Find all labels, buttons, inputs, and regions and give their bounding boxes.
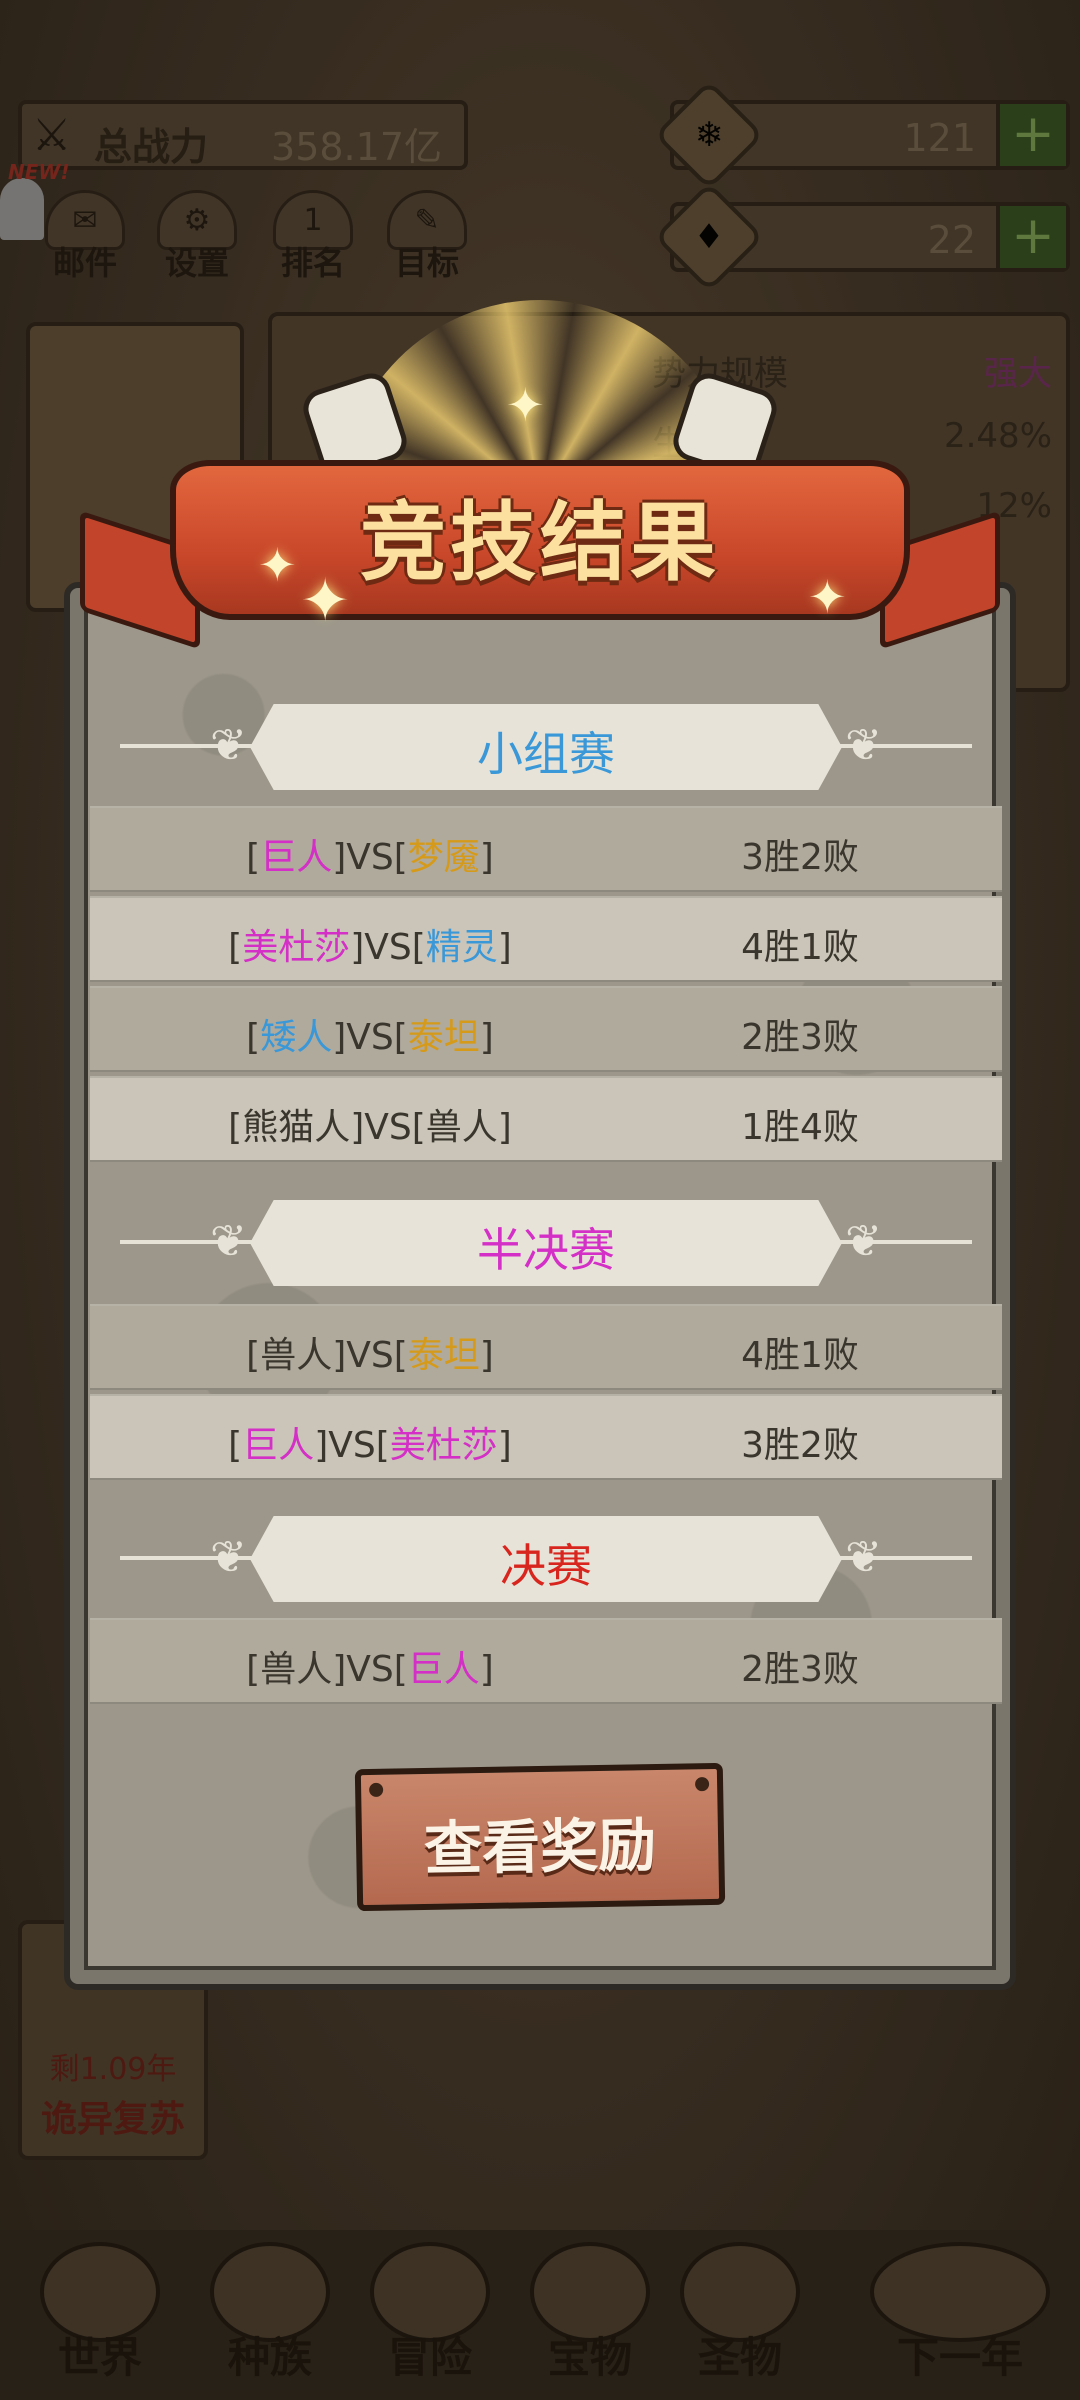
team-b: 精灵: [425, 927, 498, 968]
team-b: 梦魇: [407, 837, 480, 878]
sparkle-icon: ✦: [808, 570, 847, 624]
match-pair: [矮人]VS[泰坦]: [246, 1017, 494, 1058]
section-title: 决赛: [500, 1539, 592, 1593]
team-a: 巨人: [242, 1425, 315, 1466]
match-row: [美杜莎]VS[精灵] 4胜1败: [90, 896, 1002, 982]
vs-label: VS: [346, 1649, 394, 1690]
swirl-icon: ❦: [210, 1216, 247, 1267]
section-title: 半决赛: [477, 1223, 615, 1277]
swirl-icon: ❦: [210, 1532, 247, 1583]
vs-label: VS: [364, 927, 412, 968]
vs-label: VS: [328, 1425, 376, 1466]
team-a: 巨人: [260, 837, 333, 878]
sparkle-icon: ✦: [300, 566, 351, 636]
team-b: 泰坦: [407, 1335, 480, 1376]
match-result: 2胜3败: [741, 1017, 859, 1058]
match-result: 3胜2败: [741, 1425, 859, 1466]
match-result: 3胜2败: [741, 837, 859, 878]
match-pair: [兽人]VS[巨人]: [246, 1649, 494, 1690]
vs-label: VS: [346, 1335, 394, 1376]
swirl-icon: ❦: [845, 1532, 882, 1583]
view-rewards-label: 查看奖励: [423, 1810, 657, 1884]
team-a: 兽人: [260, 1335, 333, 1376]
view-rewards-button[interactable]: 查看奖励: [354, 1762, 726, 1912]
match-row: [巨人]VS[梦魇] 3胜2败: [90, 806, 1002, 892]
match-result: 2胜3败: [741, 1649, 859, 1690]
swirl-icon: ❦: [210, 720, 247, 771]
section-header-semifinal: ❦ ❦ 半决赛: [70, 1200, 1022, 1286]
nail-icon: [369, 1782, 384, 1797]
team-a: 兽人: [260, 1649, 333, 1690]
match-row: [兽人]VS[泰坦] 4胜1败: [90, 1304, 1002, 1390]
section-header-final: ❦ ❦ 决赛: [70, 1516, 1022, 1602]
swirl-icon: ❦: [845, 1216, 882, 1267]
match-row: [兽人]VS[巨人] 2胜3败: [90, 1618, 1002, 1704]
team-b: 美杜莎: [389, 1425, 498, 1466]
competition-result-dialog: ❦ ❦ 小组赛 [巨人]VS[梦魇] 3胜2败 [美杜莎]VS[精灵] 4胜1败…: [64, 582, 1016, 1990]
sparkle-icon: ✦: [258, 538, 297, 592]
team-a: 熊猫人: [242, 1107, 351, 1148]
swirl-icon: ❦: [845, 720, 882, 771]
section-title: 小组赛: [477, 727, 615, 781]
sparkle-icon: ✦: [506, 378, 545, 432]
team-a: 矮人: [260, 1017, 333, 1058]
match-pair: [巨人]VS[梦魇]: [246, 837, 494, 878]
match-pair: [熊猫人]VS[兽人]: [228, 1107, 512, 1148]
section-header-group: ❦ ❦ 小组赛: [70, 704, 1022, 790]
team-b: 兽人: [425, 1107, 498, 1148]
team-b: 巨人: [407, 1649, 480, 1690]
vs-label: VS: [364, 1107, 412, 1148]
match-pair: [巨人]VS[美杜莎]: [228, 1425, 512, 1466]
match-result: 4胜1败: [741, 927, 859, 968]
team-b: 泰坦: [407, 1017, 480, 1058]
vs-label: VS: [346, 1017, 394, 1058]
match-row: [矮人]VS[泰坦] 2胜3败: [90, 986, 1002, 1072]
match-pair: [美杜莎]VS[精灵]: [228, 927, 512, 968]
match-result: 4胜1败: [741, 1335, 859, 1376]
nail-icon: [694, 1777, 710, 1792]
match-pair: [兽人]VS[泰坦]: [246, 1335, 494, 1376]
team-a: 美杜莎: [242, 927, 351, 968]
vs-label: VS: [346, 837, 394, 878]
match-row: [巨人]VS[美杜莎] 3胜2败: [90, 1394, 1002, 1480]
match-row: [熊猫人]VS[兽人] 1胜4败: [90, 1076, 1002, 1162]
match-result: 1胜4败: [741, 1107, 859, 1148]
